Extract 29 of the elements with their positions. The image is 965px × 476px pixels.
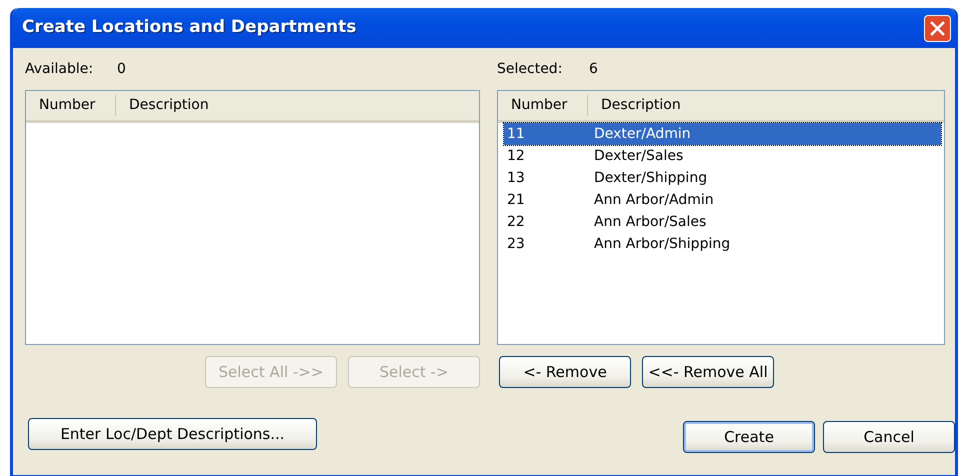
window-title: Create Locations and Departments bbox=[22, 16, 356, 40]
number-cell-text: 22 bbox=[506, 212, 526, 232]
action-button[interactable]: <<- Remove All bbox=[642, 356, 774, 388]
number-cell-text: 12 bbox=[506, 146, 526, 166]
column-header[interactable]: Description bbox=[588, 95, 694, 116]
description-cell-text: Ann Arbor/Sales bbox=[594, 212, 706, 232]
number-cell-text: 13 bbox=[506, 168, 526, 188]
descriptions-button[interactable]: Enter Loc/Dept Descriptions... bbox=[28, 418, 317, 450]
close-button[interactable] bbox=[924, 14, 951, 42]
dialog-button[interactable]: Create bbox=[683, 421, 815, 453]
selected-count: 6 bbox=[589, 60, 598, 78]
description-cell-text: Dexter/Sales bbox=[594, 146, 684, 166]
available-label: Available: bbox=[25, 60, 94, 78]
close-icon bbox=[930, 20, 945, 36]
dialog-button[interactable]: Cancel bbox=[823, 421, 955, 453]
column-header[interactable]: Number bbox=[498, 95, 588, 116]
selected-row[interactable]: 11 Dexter/Admin bbox=[504, 123, 941, 145]
description-cell-text: Ann Arbor/Admin bbox=[594, 190, 714, 210]
number-cell-text: 21 bbox=[506, 190, 526, 210]
description-cell-text: Dexter/Shipping bbox=[594, 168, 708, 188]
action-button[interactable]: <- Remove bbox=[499, 356, 631, 388]
column-header[interactable]: Number bbox=[26, 95, 116, 116]
number-cell-text: 23 bbox=[506, 234, 526, 254]
description-cell-text: Dexter/Admin bbox=[594, 124, 691, 144]
description-cell-text: Ann Arbor/Shipping bbox=[594, 234, 730, 254]
number-cell-text: 11 bbox=[506, 124, 526, 144]
available-count: 0 bbox=[117, 60, 126, 78]
column-header[interactable]: Description bbox=[116, 95, 222, 116]
selected-label: Selected: bbox=[497, 60, 564, 78]
